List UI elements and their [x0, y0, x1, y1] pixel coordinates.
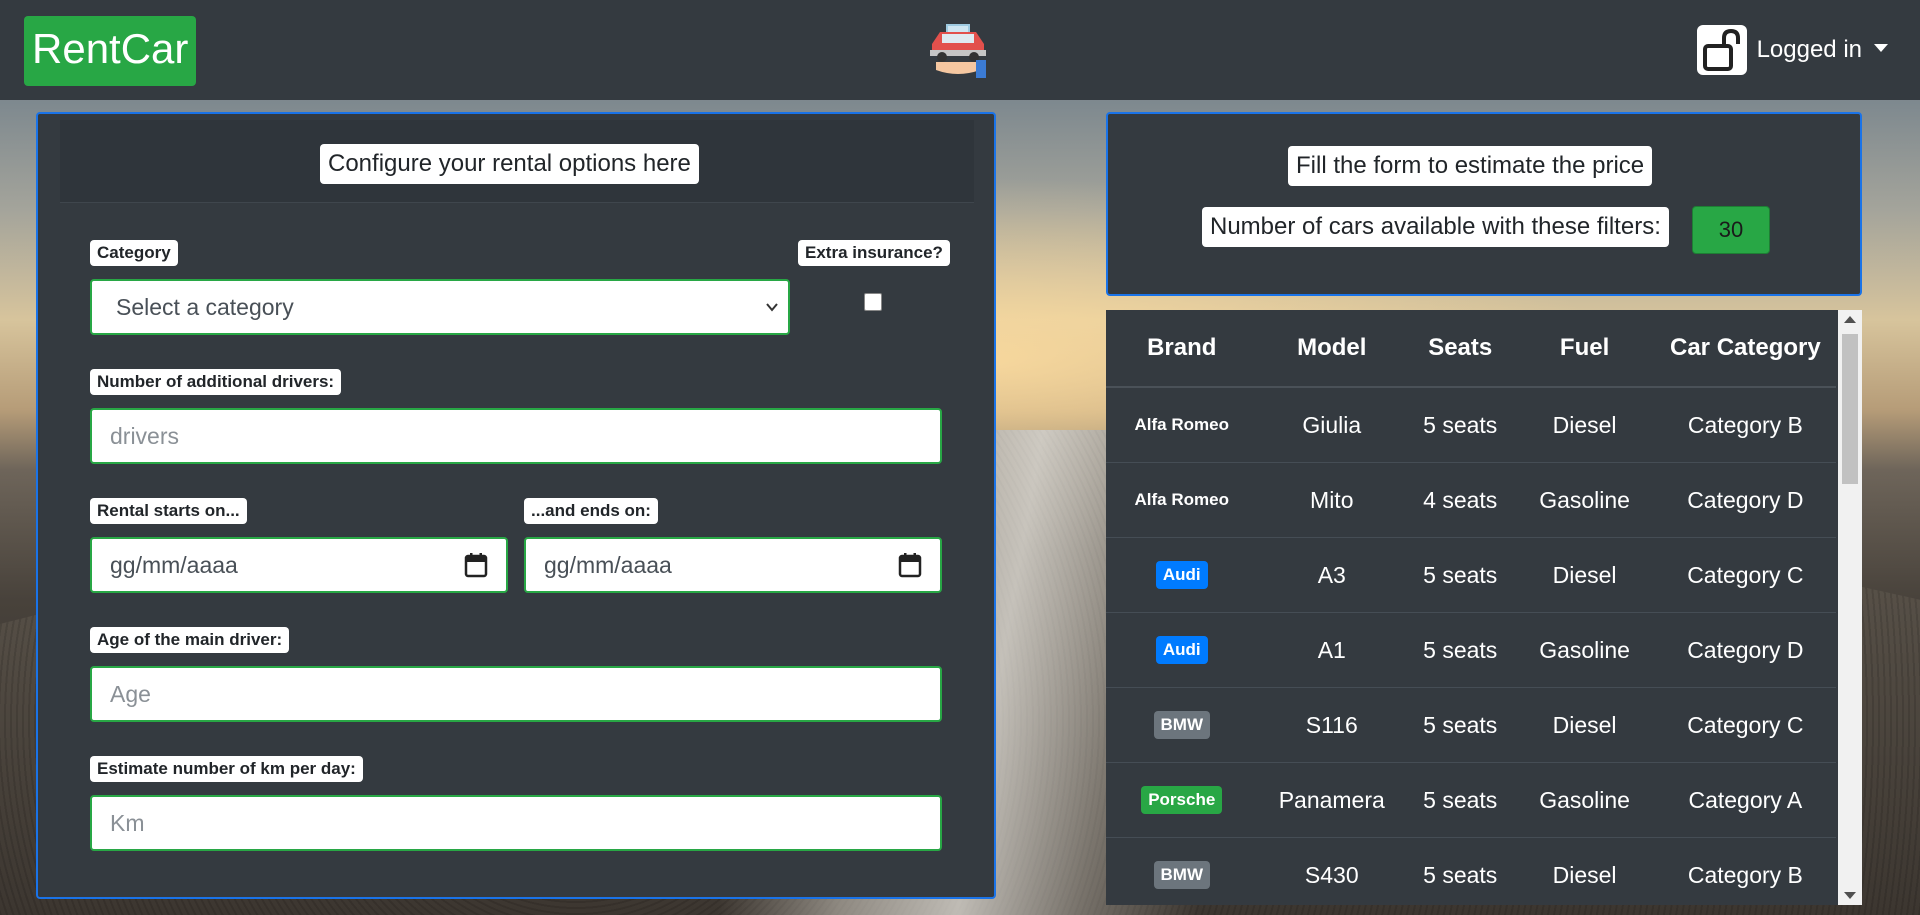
- model-cell: S430: [1257, 837, 1407, 905]
- rental-options-panel: Configure your rental options here Categ…: [36, 112, 996, 899]
- estimate-title: Fill the form to estimate the price: [1288, 146, 1653, 186]
- scroll-up-icon[interactable]: [1844, 316, 1856, 323]
- model-cell: A3: [1257, 537, 1407, 613]
- calendar-icon[interactable]: [898, 552, 922, 578]
- calendar-icon[interactable]: [464, 552, 488, 578]
- seats-cell: 5 seats: [1406, 537, 1515, 613]
- model-cell: A1: [1257, 612, 1407, 688]
- table-row[interactable]: Alfa Romeo Giulia 5 seats Diesel Categor…: [1106, 387, 1836, 463]
- column-header-car-category[interactable]: Car Category: [1654, 310, 1836, 388]
- rental-options-header: Configure your rental options here: [60, 120, 974, 203]
- seats-cell: 4 seats: [1406, 462, 1515, 538]
- brand-badge: Audi: [1155, 561, 1208, 589]
- driver-age-input[interactable]: [90, 666, 942, 722]
- rental-end-label: ...and ends on:: [524, 498, 658, 524]
- table-row[interactable]: BMW S116 5 seats Diesel Category C: [1106, 687, 1836, 763]
- table-header-row: Brand Model Seats Fuel Car Category: [1106, 310, 1836, 388]
- category-cell: Category A: [1654, 762, 1836, 838]
- table-row[interactable]: Porsche Panamera 5 seats Gasoline Catego…: [1106, 762, 1836, 838]
- brand-badge: Alfa Romeo: [1134, 490, 1229, 509]
- user-status-label: Logged in: [1756, 36, 1862, 63]
- car-on-hand-icon: [926, 20, 990, 80]
- table-row[interactable]: BMW S430 5 seats Diesel Category B: [1106, 837, 1836, 905]
- seats-cell: 5 seats: [1406, 612, 1515, 688]
- fuel-cell: Gasoline: [1514, 462, 1655, 538]
- seats-cell: 5 seats: [1406, 762, 1515, 838]
- model-cell: Mito: [1257, 462, 1407, 538]
- seats-cell: 5 seats: [1406, 387, 1515, 463]
- fuel-cell: Diesel: [1514, 537, 1655, 613]
- rental-start-label: Rental starts on...: [90, 498, 247, 524]
- brand-badge: Porsche: [1141, 786, 1223, 814]
- category-cell: Category B: [1654, 837, 1836, 905]
- unlock-icon: [1696, 25, 1747, 75]
- table-scrollbar[interactable]: [1838, 310, 1862, 905]
- category-select[interactable]: Select a category: [90, 279, 790, 335]
- available-cars-count: 30: [1692, 206, 1770, 254]
- scroll-thumb[interactable]: [1842, 334, 1858, 484]
- chevron-down-icon: [1874, 44, 1888, 52]
- column-header-model[interactable]: Model: [1257, 310, 1407, 388]
- column-header-brand[interactable]: Brand: [1106, 310, 1258, 388]
- user-menu-toggle[interactable]: Logged in: [1696, 24, 1888, 76]
- brand-logo[interactable]: RentCar: [24, 16, 197, 86]
- model-cell: S116: [1257, 687, 1407, 763]
- cars-table-container[interactable]: Brand Model Seats Fuel Car Category Alfa…: [1106, 310, 1862, 905]
- category-cell: Category D: [1654, 612, 1836, 688]
- category-cell: Category C: [1654, 687, 1836, 763]
- category-cell: Category B: [1654, 387, 1836, 463]
- rental-options-title: Configure your rental options here: [320, 144, 699, 184]
- brand-badge: Audi: [1155, 636, 1208, 664]
- available-cars-label: Number of cars available with these filt…: [1202, 207, 1669, 247]
- model-cell: Panamera: [1257, 762, 1407, 838]
- chevron-down-icon: [766, 303, 778, 312]
- brand-badge: Alfa Romeo: [1134, 415, 1229, 434]
- brand-badge: BMW: [1153, 861, 1210, 889]
- scroll-down-icon[interactable]: [1844, 892, 1856, 899]
- rental-end-placeholder: gg/mm/aaaa: [544, 551, 672, 578]
- column-header-fuel[interactable]: Fuel: [1514, 310, 1655, 388]
- table-row[interactable]: Alfa Romeo Mito 4 seats Gasoline Categor…: [1106, 462, 1836, 538]
- rental-start-date-input[interactable]: gg/mm/aaaa: [90, 537, 508, 593]
- table-row[interactable]: Audi A1 5 seats Gasoline Category D: [1106, 612, 1836, 688]
- cars-table-body: Alfa Romeo Giulia 5 seats Diesel Categor…: [1106, 387, 1836, 905]
- extra-insurance-checkbox[interactable]: [864, 293, 882, 311]
- table-row[interactable]: Audi A3 5 seats Diesel Category C: [1106, 537, 1836, 613]
- category-cell: Category D: [1654, 462, 1836, 538]
- km-per-day-input[interactable]: [90, 795, 942, 851]
- navbar: RentCar Logged in: [0, 0, 1920, 100]
- rental-end-date-input[interactable]: gg/mm/aaaa: [524, 537, 942, 593]
- fuel-cell: Gasoline: [1514, 762, 1655, 838]
- fuel-cell: Diesel: [1514, 687, 1655, 763]
- driver-age-label: Age of the main driver:: [90, 627, 290, 653]
- cars-table: Brand Model Seats Fuel Car Category Alfa…: [1106, 310, 1836, 905]
- category-cell: Category C: [1654, 537, 1836, 613]
- seats-cell: 5 seats: [1406, 687, 1515, 763]
- category-label: Category: [90, 240, 178, 266]
- additional-drivers-input[interactable]: [90, 408, 942, 464]
- model-cell: Giulia: [1257, 387, 1407, 463]
- additional-drivers-label: Number of additional drivers:: [90, 369, 342, 395]
- price-estimate-panel: Fill the form to estimate the price Numb…: [1106, 112, 1862, 296]
- rental-start-placeholder: gg/mm/aaaa: [110, 551, 238, 578]
- seats-cell: 5 seats: [1406, 837, 1515, 905]
- category-select-value: Select a category: [116, 293, 294, 320]
- column-header-seats[interactable]: Seats: [1406, 310, 1515, 388]
- fuel-cell: Diesel: [1514, 387, 1655, 463]
- km-per-day-label: Estimate number of km per day:: [90, 756, 363, 782]
- brand-badge: BMW: [1153, 711, 1210, 739]
- extra-insurance-label: Extra insurance?: [798, 240, 950, 266]
- fuel-cell: Diesel: [1514, 837, 1655, 905]
- fuel-cell: Gasoline: [1514, 612, 1655, 688]
